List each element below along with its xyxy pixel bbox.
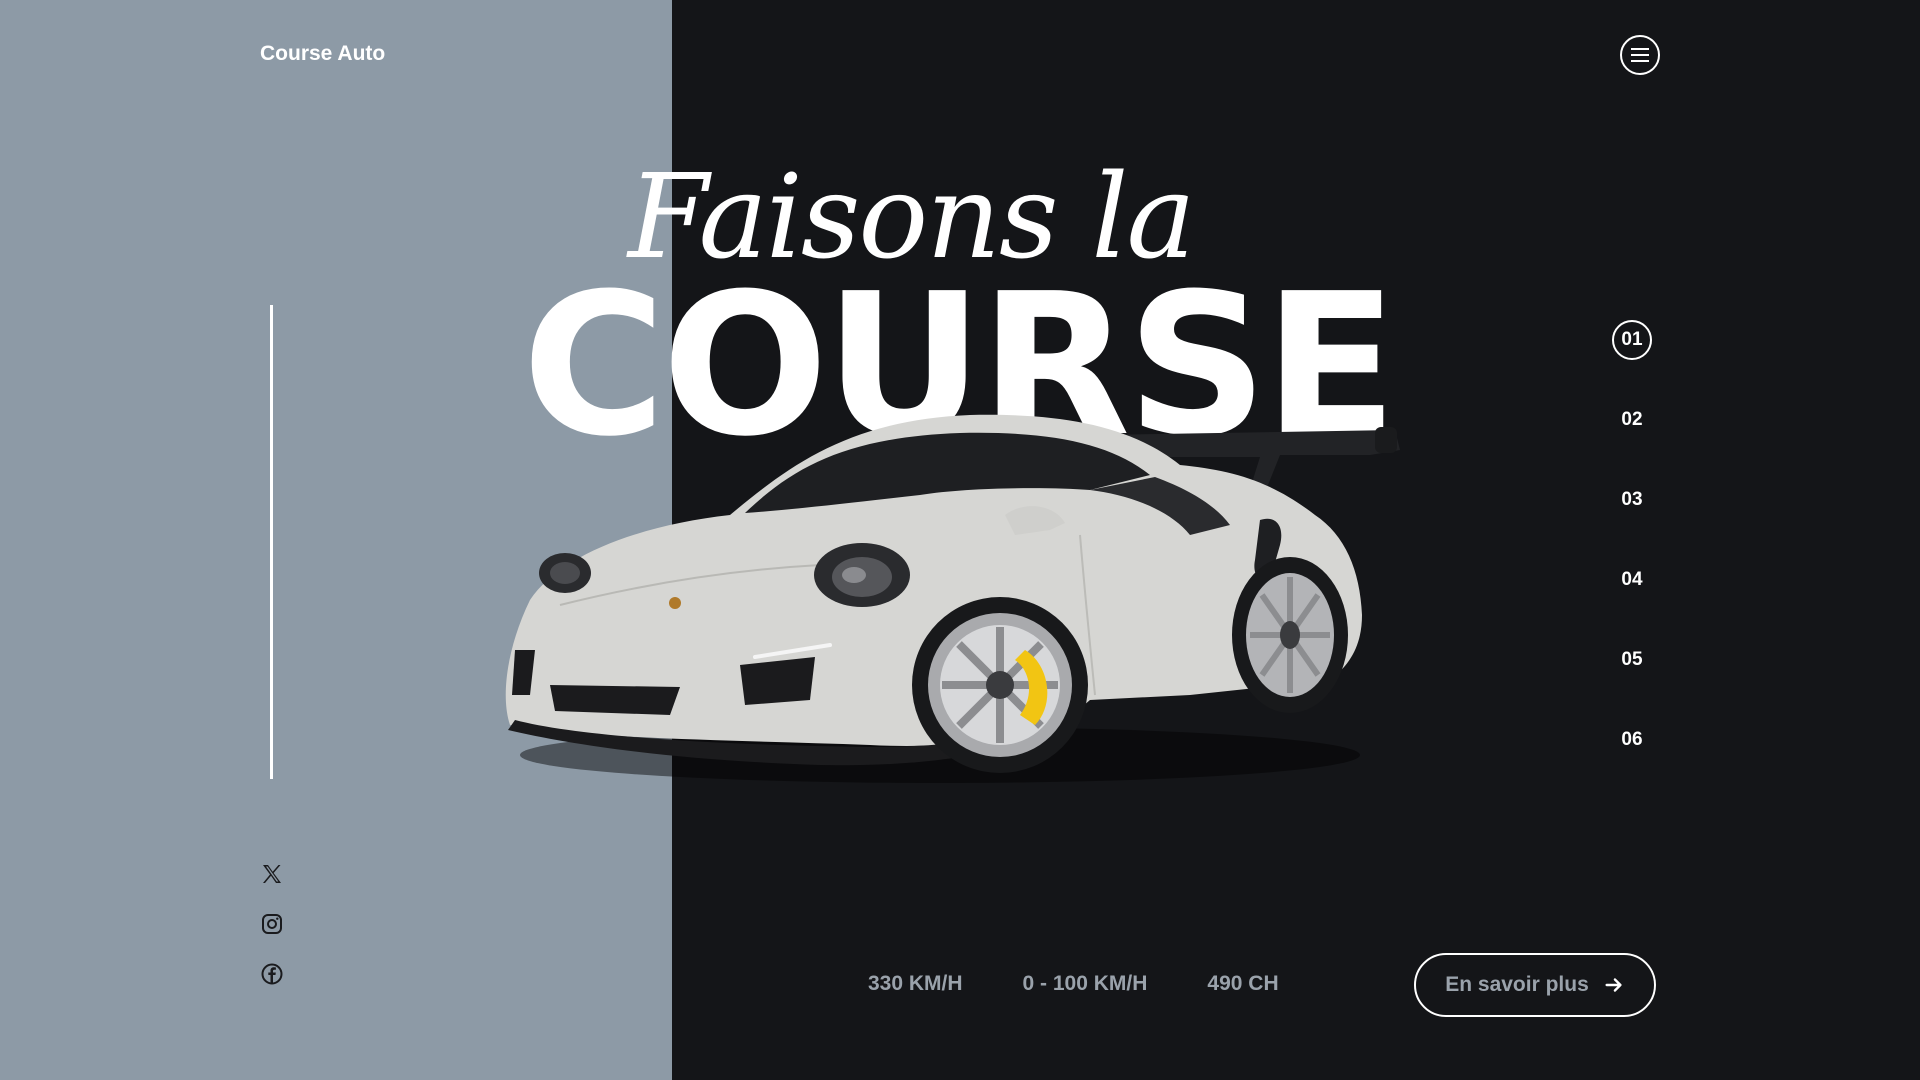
slide-pagination: 01 02 03 04 05 06 (1612, 320, 1658, 800)
learn-more-label: En savoir plus (1445, 973, 1589, 996)
brand-logo[interactable]: Course Auto (260, 42, 385, 66)
menu-button[interactable] (1620, 35, 1660, 75)
facebook-icon (261, 963, 283, 985)
hamburger-icon (1631, 48, 1649, 62)
instagram-icon (262, 914, 282, 934)
hero-page: Course Auto Faisons la COURSE 01 02 03 0… (0, 0, 1920, 1080)
vertical-divider-line (270, 305, 273, 779)
slide-indicator-01[interactable]: 01 (1612, 320, 1652, 360)
slide-indicator-02[interactable]: 02 (1612, 400, 1652, 440)
arrow-right-icon (1605, 978, 1622, 992)
slide-indicator-04[interactable]: 04 (1612, 560, 1652, 600)
car-image (505, 414, 1400, 783)
stat-horsepower: 490 CH (1207, 972, 1279, 995)
social-links (258, 860, 288, 1010)
social-link-facebook[interactable] (258, 960, 286, 988)
stat-top-speed: 330 KM/H (868, 972, 963, 995)
slide-indicator-05[interactable]: 05 (1612, 640, 1652, 680)
learn-more-button[interactable]: En savoir plus (1414, 953, 1656, 1017)
social-link-instagram[interactable] (258, 910, 286, 938)
stat-acceleration: 0 - 100 KM/H (1022, 972, 1148, 995)
slide-indicator-06[interactable]: 06 (1612, 720, 1652, 760)
social-link-x[interactable] (258, 860, 286, 888)
car-stats: 330 KM/H 0 - 100 KM/H 490 CH (868, 972, 1279, 996)
slide-indicator-03[interactable]: 03 (1612, 480, 1652, 520)
x-icon (263, 865, 281, 883)
